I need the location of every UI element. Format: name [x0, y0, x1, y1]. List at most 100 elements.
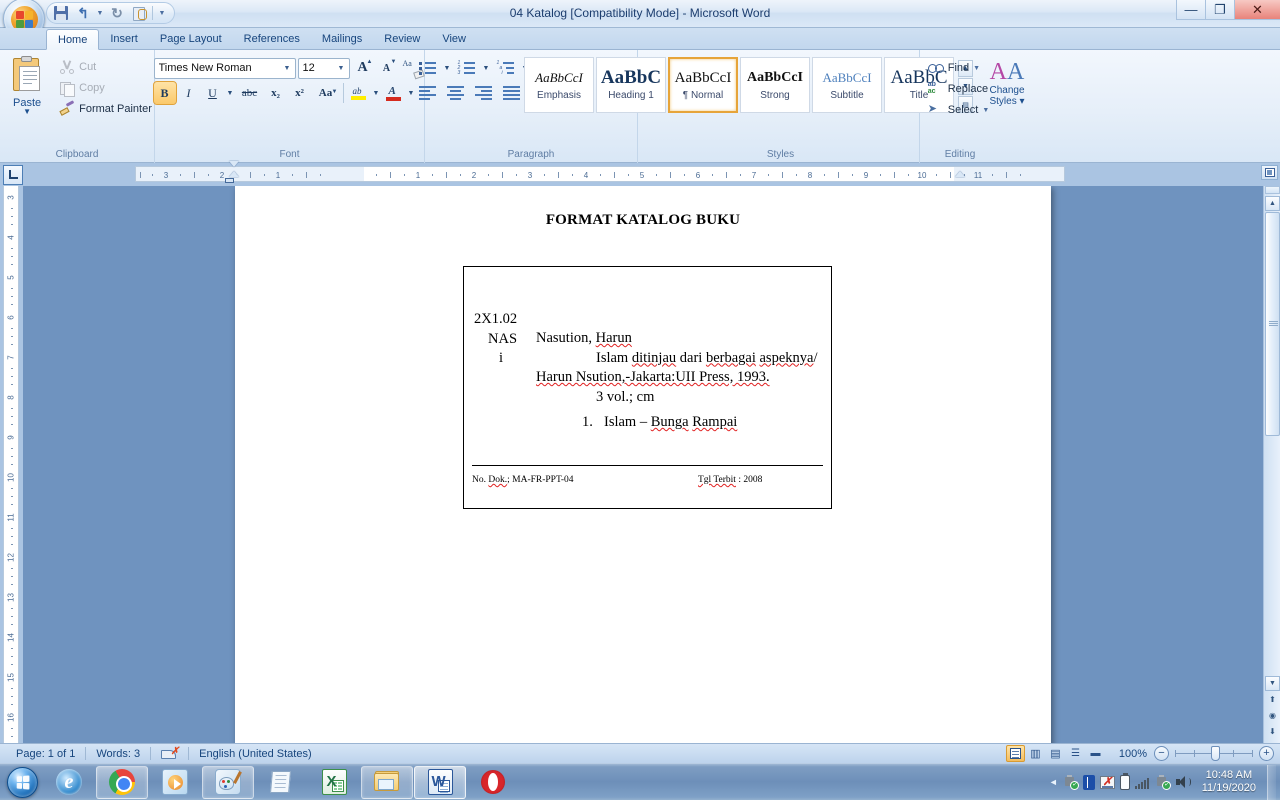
bullets-button[interactable]: [415, 57, 441, 79]
tab-page-layout[interactable]: Page Layout: [149, 28, 233, 49]
highlight-dropdown-icon[interactable]: ▼: [372, 90, 381, 97]
format-painter-button[interactable]: Format Painter: [57, 99, 157, 119]
cut-button[interactable]: Cut: [57, 57, 157, 77]
taskbar-opera[interactable]: [467, 766, 519, 799]
strikethrough-button[interactable]: abc: [237, 82, 263, 104]
underline-dropdown-icon[interactable]: ▼: [226, 90, 235, 97]
vertical-scrollbar[interactable]: ▲ ▼ ⬆ ◉ ⬇: [1263, 186, 1280, 743]
font-color-button[interactable]: A: [383, 82, 405, 104]
maximize-button[interactable]: ❐: [1205, 0, 1234, 20]
taskbar-google-chrome[interactable]: [96, 765, 148, 799]
style-strong[interactable]: AaBbCcI Strong: [740, 57, 810, 113]
tab-mailings[interactable]: Mailings: [311, 28, 373, 49]
vertical-ruler[interactable]: 3 4 5 6 7 8 9 10 11 12 13 14 15 16: [0, 186, 23, 743]
document-page[interactable]: FORMAT KATALOG BUKU 2X1.02 NAS i Nasutio…: [235, 186, 1051, 743]
taskbar-notepad[interactable]: [255, 766, 307, 799]
underline-button[interactable]: U: [202, 82, 224, 104]
view-outline-button[interactable]: ☰: [1066, 745, 1085, 762]
style-heading-1[interactable]: AaBbC Heading 1: [596, 57, 666, 113]
usb-device-icon[interactable]: [1063, 775, 1079, 790]
style-emphasis[interactable]: AaBbCcI Emphasis: [524, 57, 594, 113]
view-web-layout-button[interactable]: ▤: [1046, 745, 1065, 762]
view-ruler-toggle[interactable]: [1261, 165, 1278, 180]
taskbar-word[interactable]: [414, 765, 466, 799]
view-full-screen-reading-button[interactable]: ▥: [1026, 745, 1045, 762]
scroll-up-button[interactable]: ▲: [1265, 196, 1280, 211]
right-indent-marker[interactable]: [955, 171, 965, 177]
hanging-indent-marker[interactable]: [229, 171, 239, 177]
view-print-layout-button[interactable]: [1006, 745, 1025, 762]
bullets-dropdown-icon[interactable]: ▼: [443, 65, 452, 72]
align-right-button[interactable]: [471, 82, 497, 104]
network-disconnected-icon[interactable]: ✗: [1099, 775, 1115, 789]
multilevel-list-button[interactable]: 1 a i: [493, 57, 519, 79]
taskbar-file-explorer[interactable]: [361, 765, 413, 799]
taskbar-excel[interactable]: [308, 766, 360, 799]
align-left-button[interactable]: [415, 82, 441, 104]
tab-home[interactable]: Home: [46, 29, 100, 50]
volume-icon[interactable]: [1175, 775, 1191, 789]
signal-strength-icon[interactable]: [1134, 776, 1150, 789]
taskbar-paint[interactable]: [202, 765, 254, 799]
first-line-indent-marker[interactable]: [229, 161, 239, 167]
zoom-slider-thumb[interactable]: [1211, 746, 1220, 761]
tab-stop-selector[interactable]: [3, 164, 23, 185]
font-name-dropdown-icon[interactable]: ▼: [280, 59, 295, 78]
scroll-thumb[interactable]: [1265, 212, 1280, 436]
safely-remove-hardware-icon[interactable]: [1155, 775, 1171, 790]
numbering-dropdown-icon[interactable]: ▼: [482, 65, 491, 72]
minimize-button[interactable]: —: [1176, 0, 1205, 20]
catalog-card-box[interactable]: 2X1.02 NAS i Nasution, Harun Islam ditin…: [463, 266, 832, 509]
style-normal[interactable]: AaBbCcI ¶ Normal: [668, 57, 738, 113]
tab-review[interactable]: Review: [373, 28, 431, 49]
paste-button[interactable]: Paste ▼: [1, 54, 53, 119]
zoom-slider-track[interactable]: [1175, 746, 1253, 761]
scroll-down-button[interactable]: ▼: [1265, 676, 1280, 691]
tab-insert[interactable]: Insert: [99, 28, 149, 49]
grow-font-button[interactable]: A ▲: [352, 57, 374, 79]
change-case-button[interactable]: Aa ▼: [313, 82, 339, 104]
start-button[interactable]: [2, 765, 42, 800]
style-subtitle[interactable]: AaBbCcI Subtitle: [812, 57, 882, 113]
status-page-number[interactable]: Page: 1 of 1: [6, 745, 85, 763]
text-highlight-button[interactable]: ab: [348, 82, 370, 104]
status-language[interactable]: English (United States): [189, 745, 322, 763]
previous-page-button[interactable]: ⬆: [1265, 692, 1280, 707]
battery-icon[interactable]: [1119, 772, 1130, 790]
shrink-font-button[interactable]: A ▼: [376, 57, 398, 79]
justify-button[interactable]: [499, 82, 525, 104]
font-name-combo[interactable]: Times New Roman ▼: [153, 57, 296, 79]
font-size-combo[interactable]: 12 ▼: [297, 57, 350, 79]
align-center-button[interactable]: [443, 82, 469, 104]
bold-button[interactable]: B: [152, 81, 177, 105]
tab-view[interactable]: View: [431, 28, 477, 49]
copy-button[interactable]: Copy: [57, 78, 157, 98]
status-proofing-button[interactable]: ✗: [151, 745, 188, 763]
horizontal-ruler[interactable]: 3 2 1 1 2 3 4 5 6 7 8 9 10 11: [135, 166, 1065, 182]
left-indent-marker[interactable]: [225, 178, 234, 183]
font-size-dropdown-icon[interactable]: ▼: [334, 59, 349, 78]
tray-overflow-icon[interactable]: ◄: [1049, 777, 1058, 787]
italic-button[interactable]: I: [178, 82, 200, 104]
replace-button[interactable]: ab ac Replace: [926, 79, 995, 99]
select-browse-object-button[interactable]: ◉: [1265, 708, 1280, 723]
next-page-button[interactable]: ⬇: [1265, 724, 1280, 739]
taskbar-windows-media-player[interactable]: [149, 766, 201, 799]
bluetooth-icon[interactable]: [1082, 774, 1095, 790]
taskbar-clock[interactable]: 10:48 AM 11/19/2020: [1196, 769, 1262, 795]
numbering-button[interactable]: 1 2 3: [454, 57, 480, 79]
find-button[interactable]: Find ▼: [926, 58, 995, 78]
zoom-out-button[interactable]: −: [1154, 746, 1169, 761]
show-desktop-button[interactable]: [1267, 764, 1276, 800]
paste-dropdown-icon[interactable]: ▼: [23, 108, 31, 116]
split-window-handle[interactable]: [1265, 186, 1280, 194]
status-word-count[interactable]: Words: 3: [86, 745, 150, 763]
subscript-button[interactable]: x₂: [265, 82, 287, 104]
document-canvas[interactable]: FORMAT KATALOG BUKU 2X1.02 NAS i Nasutio…: [23, 186, 1263, 743]
zoom-level-label[interactable]: 100%: [1113, 748, 1147, 760]
taskbar-internet-explorer[interactable]: [43, 766, 95, 799]
select-button[interactable]: ➤ Select ▼: [926, 100, 995, 120]
close-button[interactable]: ✕: [1234, 0, 1280, 20]
superscript-button[interactable]: x²: [289, 82, 311, 104]
tab-references[interactable]: References: [233, 28, 311, 49]
